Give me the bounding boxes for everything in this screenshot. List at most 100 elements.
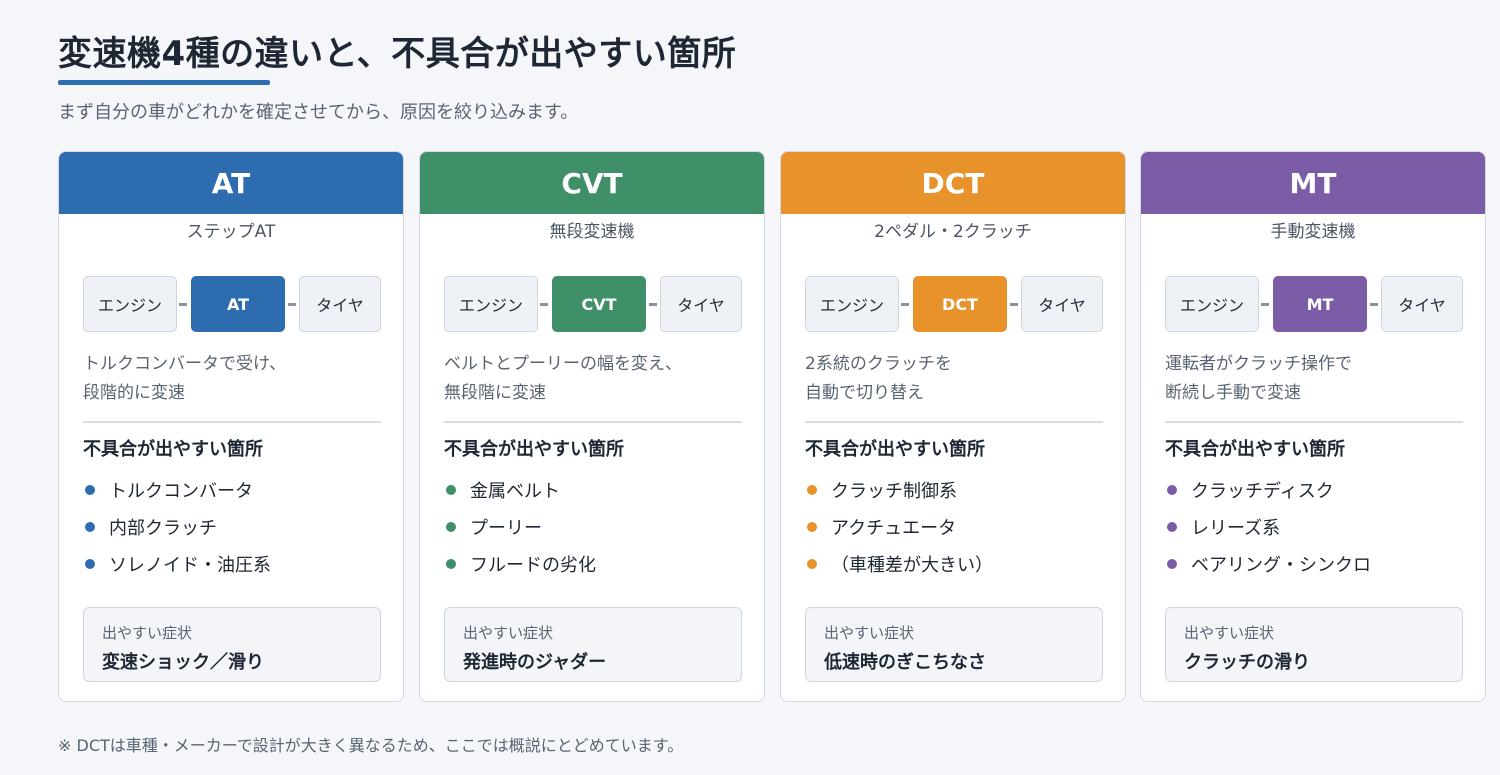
power-flow-diagram: エンジン MT タイヤ bbox=[1165, 276, 1463, 332]
symptom-box: 出やすい症状 変速ショック／滑り bbox=[83, 607, 381, 682]
issues-heading: 不具合が出やすい箇所 bbox=[1165, 439, 1345, 460]
issues-heading: 不具合が出やすい箇所 bbox=[805, 439, 985, 460]
card-mt: MT 手動変速機 エンジン MT タイヤ 運転者がクラッチ操作で 断続し手動で変… bbox=[1140, 151, 1486, 702]
issue-item: 金属ベルト bbox=[446, 471, 596, 508]
flow-connector bbox=[649, 303, 657, 306]
symptom-box: 出やすい症状 クラッチの滑り bbox=[1165, 607, 1463, 682]
symptom-label: 出やすい症状 bbox=[102, 624, 193, 642]
symptom-value: 低速時のぎこちなさ bbox=[824, 652, 986, 673]
power-flow-diagram: エンジン DCT タイヤ bbox=[805, 276, 1103, 332]
symptom-label: 出やすい症状 bbox=[824, 624, 915, 642]
flow-connector bbox=[901, 303, 909, 306]
issue-item: クラッチディスク bbox=[1167, 471, 1371, 508]
bullet-dot-icon bbox=[807, 484, 817, 495]
description-line: 自動で切り替え bbox=[805, 383, 924, 403]
card-subname: 無段変速機 bbox=[549, 222, 635, 242]
bullet-dot-icon bbox=[807, 558, 817, 569]
card-header: CVT bbox=[420, 152, 764, 214]
description-line: トルクコンバータで受け、 bbox=[83, 354, 287, 374]
symptom-box: 出やすい症状 低速時のぎこちなさ bbox=[805, 607, 1103, 682]
card-cvt: CVT 無段変速機 エンジン CVT タイヤ ベルトとプーリーの幅を変え、 無段… bbox=[419, 151, 765, 702]
footnote: ※ DCTは車種・メーカーで設計が大きく異なるため、ここでは概説にとどめています… bbox=[58, 736, 684, 755]
flow-tire-box: タイヤ bbox=[1381, 276, 1463, 332]
flow-transmission-box: AT bbox=[191, 276, 285, 332]
flow-engine-box: エンジン bbox=[83, 276, 177, 332]
divider bbox=[1165, 421, 1463, 423]
description-line: 断続し手動で変速 bbox=[1165, 383, 1301, 403]
flow-connector bbox=[1010, 303, 1018, 306]
divider bbox=[444, 421, 742, 423]
bullet-dot-icon bbox=[446, 521, 456, 532]
flow-transmission-box: DCT bbox=[913, 276, 1007, 332]
issue-item: （車種差が大きい） bbox=[807, 545, 993, 582]
bullet-dot-icon bbox=[1167, 521, 1177, 532]
card-at: AT ステップAT エンジン AT タイヤ トルクコンバータで受け、 段階的に変… bbox=[58, 151, 404, 702]
flow-connector bbox=[1370, 303, 1378, 306]
description-line: 運転者がクラッチ操作で bbox=[1165, 354, 1352, 374]
bullet-dot-icon bbox=[85, 521, 95, 532]
issues-list: クラッチ制御系 アクチュエータ （車種差が大きい） bbox=[807, 471, 993, 582]
issue-item: アクチュエータ bbox=[807, 508, 993, 545]
bullet-dot-icon bbox=[446, 558, 456, 569]
flow-tire-box: タイヤ bbox=[1021, 276, 1103, 332]
flow-connector bbox=[1261, 303, 1269, 306]
flow-tire-box: タイヤ bbox=[660, 276, 742, 332]
issue-item: 内部クラッチ bbox=[85, 508, 271, 545]
issue-item: クラッチ制御系 bbox=[807, 471, 993, 508]
symptom-value: 発進時のジャダー bbox=[463, 652, 607, 673]
card-subname: 2ペダル・2クラッチ bbox=[874, 222, 1032, 242]
flow-engine-box: エンジン bbox=[1165, 276, 1259, 332]
bullet-dot-icon bbox=[1167, 558, 1177, 569]
issue-item: ソレノイド・油圧系 bbox=[85, 545, 271, 582]
issue-item: フルードの劣化 bbox=[446, 545, 596, 582]
issues-list: トルクコンバータ 内部クラッチ ソレノイド・油圧系 bbox=[85, 471, 271, 582]
power-flow-diagram: エンジン CVT タイヤ bbox=[444, 276, 742, 332]
symptom-value: クラッチの滑り bbox=[1184, 652, 1310, 673]
card-subname: ステップAT bbox=[186, 222, 276, 242]
card-dct: DCT 2ペダル・2クラッチ エンジン DCT タイヤ 2系統のクラッチを 自動… bbox=[780, 151, 1126, 702]
description-line: 無段階に変速 bbox=[444, 383, 546, 403]
description-line: 段階的に変速 bbox=[83, 383, 185, 403]
issues-heading: 不具合が出やすい箇所 bbox=[83, 439, 263, 460]
card-description: 運転者がクラッチ操作で 断続し手動で変速 bbox=[1165, 350, 1352, 408]
flow-connector bbox=[179, 303, 187, 306]
divider bbox=[83, 421, 381, 423]
flow-connector bbox=[540, 303, 548, 306]
card-header: AT bbox=[59, 152, 403, 214]
issue-item: ベアリング・シンクロ bbox=[1167, 545, 1371, 582]
description-line: 2系統のクラッチを bbox=[805, 354, 952, 374]
bullet-dot-icon bbox=[446, 484, 456, 495]
page-subtitle: まず自分の車がどれかを確定させてから、原因を絞り込みます。 bbox=[58, 102, 579, 123]
card-description: トルクコンバータで受け、 段階的に変速 bbox=[83, 350, 286, 408]
flow-transmission-box: MT bbox=[1273, 276, 1367, 332]
symptom-label: 出やすい症状 bbox=[463, 624, 554, 642]
issue-item: トルクコンバータ bbox=[85, 471, 271, 508]
flow-tire-box: タイヤ bbox=[299, 276, 381, 332]
issues-list: クラッチディスク レリーズ系 ベアリング・シンクロ bbox=[1167, 471, 1371, 582]
title-underline bbox=[58, 80, 270, 85]
page-title: 変速機4種の違いと、不具合が出やすい箇所 bbox=[58, 34, 737, 74]
bullet-dot-icon bbox=[85, 484, 95, 495]
issue-item: レリーズ系 bbox=[1167, 508, 1371, 545]
card-description: 2系統のクラッチを 自動で切り替え bbox=[805, 350, 952, 408]
flow-engine-box: エンジン bbox=[444, 276, 538, 332]
issues-heading: 不具合が出やすい箇所 bbox=[444, 439, 624, 460]
flow-transmission-box: CVT bbox=[552, 276, 646, 332]
divider bbox=[805, 421, 1103, 423]
symptom-label: 出やすい症状 bbox=[1184, 624, 1275, 642]
card-header: DCT bbox=[781, 152, 1125, 214]
card-description: ベルトとプーリーの幅を変え、 無段階に変速 bbox=[444, 350, 682, 408]
card-header: MT bbox=[1141, 152, 1485, 214]
bullet-dot-icon bbox=[85, 558, 95, 569]
power-flow-diagram: エンジン AT タイヤ bbox=[83, 276, 381, 332]
description-line: ベルトとプーリーの幅を変え、 bbox=[444, 354, 682, 374]
issue-item: プーリー bbox=[446, 508, 596, 545]
issues-list: 金属ベルト プーリー フルードの劣化 bbox=[446, 471, 596, 582]
symptom-box: 出やすい症状 発進時のジャダー bbox=[444, 607, 742, 682]
card-subname: 手動変速機 bbox=[1270, 222, 1356, 242]
flow-engine-box: エンジン bbox=[805, 276, 899, 332]
bullet-dot-icon bbox=[1167, 484, 1177, 495]
symptom-value: 変速ショック／滑り bbox=[102, 652, 264, 673]
flow-connector bbox=[288, 303, 296, 306]
bullet-dot-icon bbox=[807, 521, 817, 532]
